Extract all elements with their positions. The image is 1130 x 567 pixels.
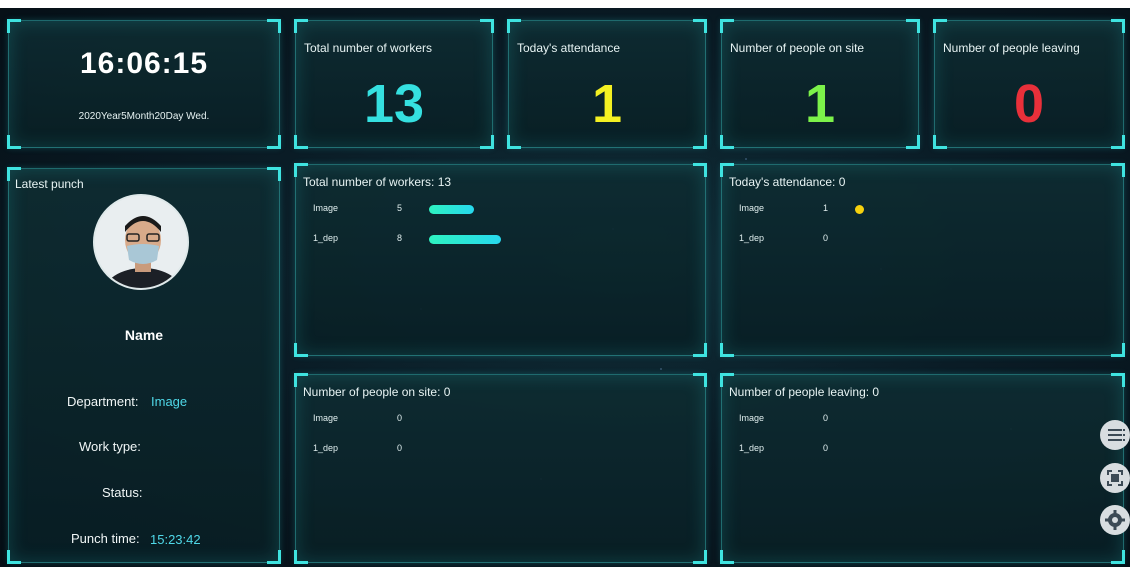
stat-card-on-site: Number of people on site 1: [720, 19, 920, 149]
department-name: Image: [313, 203, 339, 213]
fullscreen-icon: [1107, 470, 1123, 486]
panel-title: Total number of workers: 13: [303, 175, 452, 189]
department-bar: [429, 205, 474, 214]
menu-icon: [1108, 429, 1125, 441]
department-label: Department:: [67, 394, 139, 409]
department-count: 0: [397, 413, 403, 423]
work-type-label: Work type:: [79, 439, 141, 454]
stat-card-attendance: Today's attendance 1: [507, 19, 707, 149]
fullscreen-button[interactable]: [1100, 463, 1130, 493]
panel-title: Number of people leaving: 0: [729, 385, 880, 399]
leaving-by-department-panel: Number of people leaving: 0 Image 0 1_de…: [720, 373, 1125, 564]
panel-title: Today's attendance: 0: [729, 175, 846, 189]
person-name: Name: [124, 327, 164, 343]
workers-by-department-panel: Total number of workers: 13 Image 5 1_de…: [294, 163, 707, 357]
department-count: 8: [397, 233, 403, 243]
department-bar: [429, 235, 501, 244]
department-name: 1_dep: [739, 443, 765, 453]
department-name: 1_dep: [739, 233, 765, 243]
stat-title: Total number of workers: [304, 41, 433, 55]
latest-punch-panel: Latest punch Name Department: Image Work…: [7, 167, 281, 564]
gear-icon: [1105, 510, 1125, 530]
department-name: Image: [739, 413, 765, 423]
stat-card-total-workers: Total number of workers 13: [294, 19, 494, 149]
department-name: Image: [739, 203, 765, 213]
latest-punch-title: Latest punch: [15, 177, 84, 191]
status-label: Status:: [102, 485, 143, 500]
department-value: Image: [151, 394, 188, 409]
department-count: 0: [823, 413, 829, 423]
department-name: Image: [313, 413, 339, 423]
department-name: 1_dep: [313, 443, 339, 453]
department-count: 0: [823, 233, 829, 243]
department-count: 0: [397, 443, 403, 453]
stat-title: Number of people leaving: [943, 41, 1080, 55]
stat-value: 1: [591, 74, 623, 134]
department-count: 5: [397, 203, 403, 213]
clock-time: 16:06:15: [79, 47, 209, 80]
stat-card-leaving: Number of people leaving 0: [933, 19, 1125, 149]
department-name: 1_dep: [313, 233, 339, 243]
menu-button[interactable]: [1100, 420, 1130, 450]
dashboard-screen: 16:06:15 2020Year5Month20Day Wed. Total …: [0, 8, 1130, 567]
stat-title: Today's attendance: [517, 41, 621, 55]
department-count: 0: [823, 443, 829, 453]
stat-value: 13: [363, 74, 425, 134]
punch-time-value: 15:23:42: [150, 532, 201, 547]
department-count: 1: [823, 203, 829, 213]
attendance-dot: [855, 205, 864, 214]
stat-value: 1: [804, 74, 836, 134]
clock-date: 2020Year5Month20Day Wed.: [78, 111, 210, 122]
panel-title: Number of people on site: 0: [303, 385, 451, 399]
avatar: [93, 194, 189, 290]
on-site-by-department-panel: Number of people on site: 0 Image 0 1_de…: [294, 373, 707, 564]
attendance-by-department-panel: Today's attendance: 0 Image 1 1_dep 0: [720, 163, 1125, 357]
punch-time-label: Punch time:: [71, 531, 140, 546]
stat-value: 0: [1013, 74, 1045, 134]
stat-title: Number of people on site: [730, 41, 865, 55]
clock-panel: 16:06:15 2020Year5Month20Day Wed.: [7, 19, 281, 149]
settings-button[interactable]: [1100, 505, 1130, 535]
